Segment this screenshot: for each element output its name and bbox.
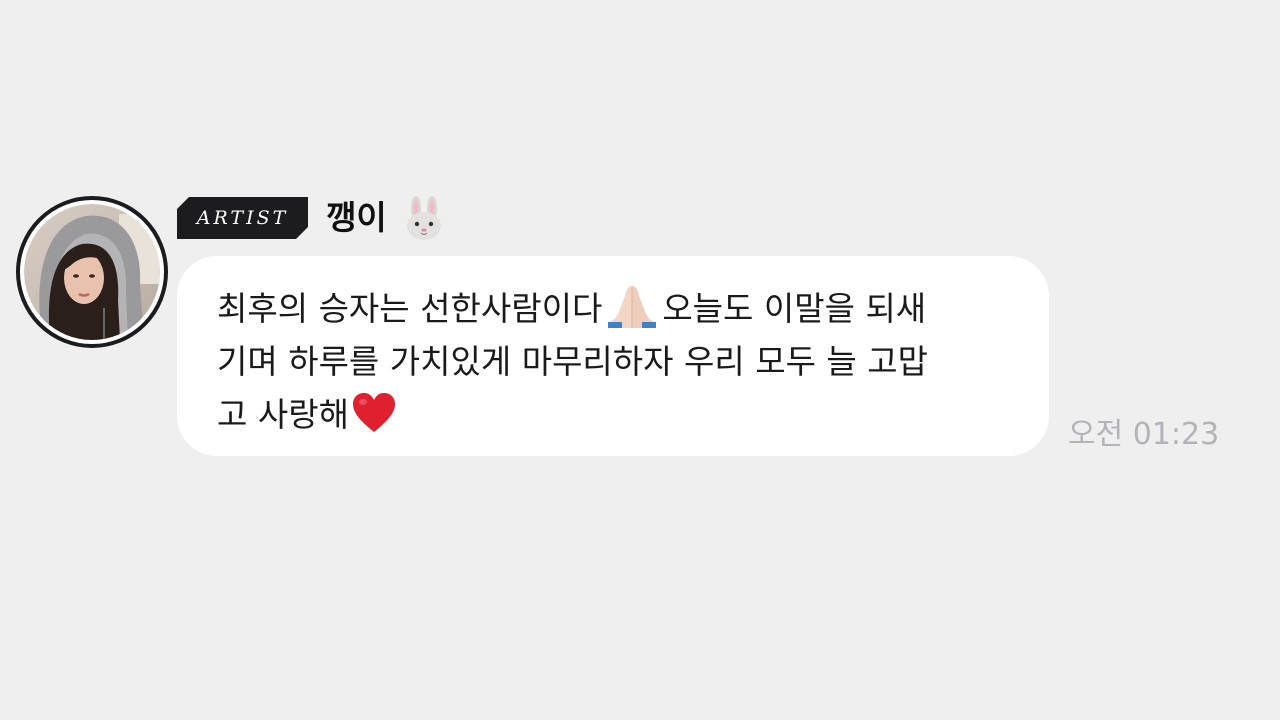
message-bubble[interactable]: 최후의 승자는 선한사람이다 오늘도 이말을 되새 기며 하루를 가치있게 마무… [177, 256, 1049, 456]
message-text-2: 기며 하루를 가치있게 마무리하자 우리 모두 늘 고맙 [217, 342, 928, 381]
avatar-photo [24, 204, 160, 340]
rabbit-face-icon [407, 196, 441, 240]
avatar[interactable] [16, 196, 168, 348]
folded-hands-icon [608, 286, 657, 328]
message-text-1b: 오늘도 이말을 되새 [662, 289, 927, 328]
message-timestamp: 오전 01:23 [1068, 417, 1220, 452]
message-row: ARTIST 깽이 최후의 승자는 선한사람이다 오늘도 이말을 되새 기며 하… [0, 0, 1280, 720]
artist-badge: ARTIST [177, 197, 308, 239]
message-text-3: 고 사랑해 [217, 395, 349, 434]
red-heart-icon [352, 393, 395, 432]
message-line-3: 고 사랑해 [217, 388, 1011, 441]
artist-badge-label: ARTIST [196, 207, 289, 229]
message-line-2: 기며 하루를 가치있게 마무리하자 우리 모두 늘 고맙 [217, 335, 1011, 388]
message-line-1: 최후의 승자는 선한사람이다 오늘도 이말을 되새 [217, 282, 1011, 335]
chat-screen: ARTIST 깽이 최후의 승자는 선한사람이다 오늘도 이말을 되새 기며 하… [0, 0, 1280, 720]
message-text-1: 최후의 승자는 선한사람이다 [217, 289, 603, 328]
sender-name: 깽이 [326, 198, 387, 237]
